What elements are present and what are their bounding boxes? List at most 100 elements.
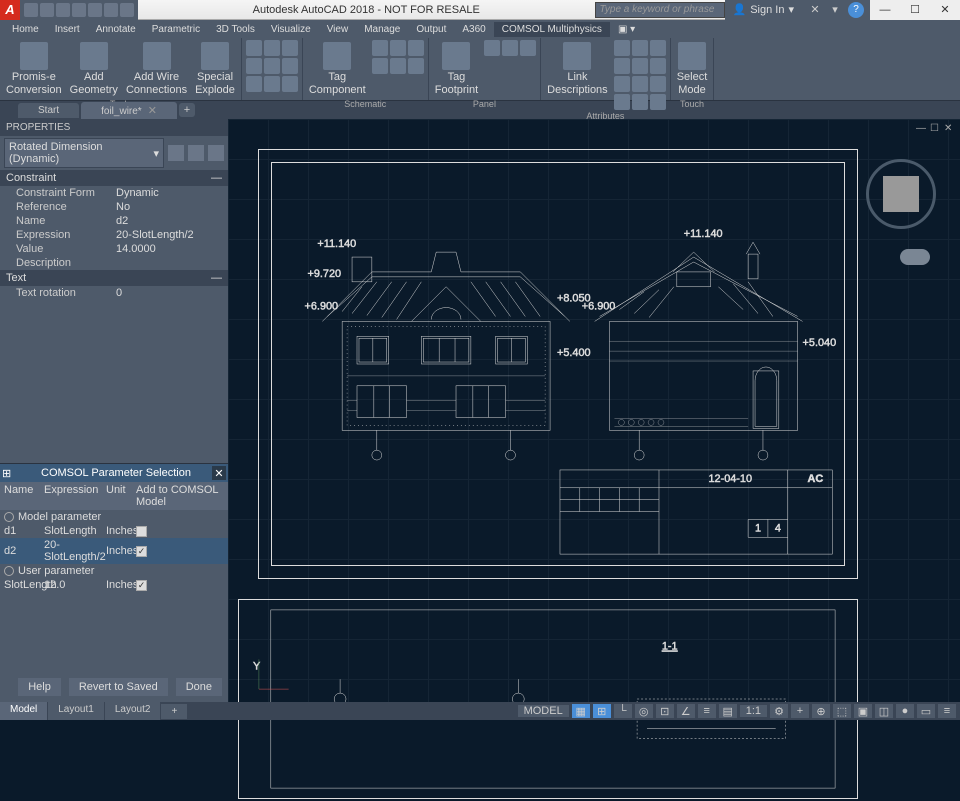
prop-value[interactable]: Value14.0000 (0, 242, 228, 256)
doc-tab-Start[interactable]: Start (18, 103, 79, 118)
add-layout-button[interactable]: + (161, 704, 188, 719)
cart-icon[interactable]: ▾ (828, 3, 842, 17)
ribbon-small-button[interactable] (650, 76, 666, 92)
hardware-accel-icon[interactable]: ● (896, 704, 914, 718)
doc-tab-foil_wire[interactable]: foil_wire*✕ (81, 102, 177, 119)
col-unit-header[interactable]: Unit (102, 482, 132, 510)
ribbon-small-button[interactable] (484, 40, 500, 56)
ribbon-small-button[interactable] (614, 94, 630, 110)
quick-props-icon[interactable]: ▣ (854, 704, 872, 718)
pickadd-icon[interactable] (188, 145, 204, 161)
menu-annotate[interactable]: Annotate (88, 22, 144, 37)
viewcube-face[interactable] (883, 176, 919, 212)
ribbon-small-button[interactable] (264, 58, 280, 74)
radio-icon[interactable] (4, 566, 14, 576)
qat-open-icon[interactable] (40, 3, 54, 17)
menu-3d-tools[interactable]: 3D Tools (208, 22, 263, 37)
units-icon[interactable]: ⬚ (833, 704, 851, 718)
customize-icon[interactable]: ≡ (938, 704, 956, 718)
prop-name[interactable]: Named2 (0, 214, 228, 228)
ribbon-small-button[interactable] (246, 40, 262, 56)
layout-tab-layout1[interactable]: Layout1 (48, 702, 105, 720)
menu-a360[interactable]: A360 (454, 22, 493, 37)
ribbon-select-button[interactable]: SelectMode (675, 40, 710, 98)
ribbon-small-button[interactable] (372, 58, 388, 74)
ribbon-small-button[interactable] (614, 76, 630, 92)
prop-description[interactable]: Description (0, 256, 228, 270)
ribbon-small-button[interactable] (650, 94, 666, 110)
close-button[interactable]: ✕ (930, 0, 960, 20)
tab-close-icon[interactable]: ✕ (148, 105, 157, 117)
prop-reference[interactable]: ReferenceNo (0, 200, 228, 214)
qat-redo-icon[interactable] (120, 3, 134, 17)
ribbon-small-button[interactable] (614, 58, 630, 74)
snap-icon[interactable]: ⊞ (593, 704, 611, 718)
ribbon-small-button[interactable] (390, 58, 406, 74)
canvas-minimize-icon[interactable]: — (916, 123, 928, 135)
qat-undo-icon[interactable] (104, 3, 118, 17)
comsol-close-button[interactable]: ✕ (212, 466, 226, 480)
checkbox[interactable] (136, 526, 147, 537)
ribbon-tag-button[interactable]: TagComponent (307, 40, 368, 98)
comsol-titlebar[interactable]: ⊞ COMSOL Parameter Selection ✕ (0, 464, 228, 482)
ribbon-small-button[interactable] (264, 40, 280, 56)
quick-select-icon[interactable] (168, 145, 184, 161)
ribbon-small-button[interactable] (282, 40, 298, 56)
viewcube[interactable] (866, 159, 936, 229)
comsol-done-button[interactable]: Done (176, 678, 222, 696)
col-name-header[interactable]: Name (0, 482, 40, 510)
ribbon-small-button[interactable] (614, 40, 630, 56)
ribbon-small-button[interactable] (390, 40, 406, 56)
maximize-button[interactable]: ☐ (900, 0, 930, 20)
canvas-maximize-icon[interactable]: ☐ (930, 123, 942, 135)
drawing-canvas[interactable]: — ☐ ✕ (228, 119, 960, 702)
ribbon-tag-button[interactable]: TagFootprint (433, 40, 480, 98)
ribbon-small-button[interactable] (520, 40, 536, 56)
ribbon-small-button[interactable] (246, 76, 262, 92)
checkbox[interactable] (136, 580, 147, 591)
ribbon-small-button[interactable] (282, 76, 298, 92)
help-icon[interactable]: ? (848, 2, 864, 18)
exchange-icon[interactable]: ✕ (808, 3, 822, 17)
ribbon-small-button[interactable] (372, 40, 388, 56)
comsol-row-d1[interactable]: d1SlotLengthInches (0, 524, 228, 538)
menu-view[interactable]: View (319, 22, 357, 37)
layout-tab-layout2[interactable]: Layout2 (105, 702, 162, 720)
ribbon-add-wire-button[interactable]: Add WireConnections (124, 40, 189, 98)
prop-text-rotation[interactable]: Text rotation0 (0, 286, 228, 300)
radio-icon[interactable] (4, 512, 14, 522)
ribbon-small-button[interactable] (408, 40, 424, 56)
ribbon-small-button[interactable] (246, 58, 262, 74)
minimize-button[interactable]: — (870, 0, 900, 20)
qat-saveas-icon[interactable] (72, 3, 86, 17)
qat-plot-icon[interactable] (88, 3, 102, 17)
menu-insert[interactable]: Insert (47, 22, 88, 37)
layout-tab-model[interactable]: Model (0, 702, 48, 720)
qat-new-icon[interactable] (24, 3, 38, 17)
ribbon-small-button[interactable] (282, 58, 298, 74)
ribbon-small-button[interactable] (502, 40, 518, 56)
ribbon-small-button[interactable] (408, 58, 424, 74)
ribbon-small-button[interactable] (264, 76, 280, 92)
ribbon-small-button[interactable] (632, 94, 648, 110)
annotation-scale[interactable]: 1:1 (740, 705, 767, 717)
otrack-icon[interactable]: ∠ (677, 704, 695, 718)
ribbon-small-button[interactable] (650, 58, 666, 74)
workspace-icon[interactable]: + (791, 704, 809, 718)
transparency-icon[interactable]: ▤ (719, 704, 737, 718)
object-type-dropdown[interactable]: Rotated Dimension (Dynamic) ▾ (4, 138, 164, 168)
new-tab-button[interactable]: + (179, 103, 195, 117)
ribbon-add-button[interactable]: AddGeometry (68, 40, 120, 98)
nav-bar[interactable] (900, 249, 930, 265)
ribbon-small-button[interactable] (632, 76, 648, 92)
menu-manage[interactable]: Manage (356, 22, 408, 37)
comsol-help-button[interactable]: Help (18, 678, 61, 696)
canvas-close-icon[interactable]: ✕ (944, 123, 956, 135)
comsol-row-d2[interactable]: d220-SlotLength/2Inches (0, 538, 228, 564)
menu-extra[interactable]: ▣ ▾ (610, 22, 643, 37)
search-input[interactable]: Type a keyword or phrase (595, 2, 725, 18)
props-section-constraint[interactable]: Constraint— (0, 170, 228, 186)
qat-save-icon[interactable] (56, 3, 70, 17)
menu-home[interactable]: Home (4, 22, 47, 37)
col-add-header[interactable]: Add to COMSOL Model (132, 482, 228, 510)
